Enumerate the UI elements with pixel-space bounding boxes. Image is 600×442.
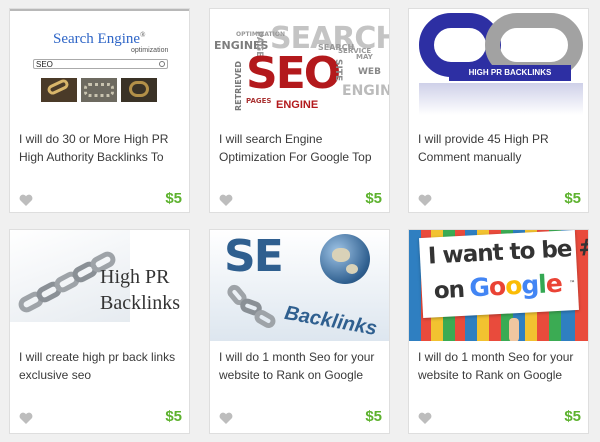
tag-word: WEB [358,67,381,77]
sign-line: I want to be #1 [427,234,588,270]
gig-card[interactable]: HIGH PR BACKLINKS I will provide 45 High… [408,8,589,213]
tag-word: RETRIEVED [234,61,243,111]
gig-price: $5 [365,408,382,425]
seo-word: SEO [246,48,341,99]
hand [509,318,519,341]
gig-price: $5 [365,190,382,207]
chain-photo [121,78,157,102]
sign-line: on Google ™ [433,268,576,305]
chain-photo [41,78,77,102]
gig-card[interactable]: SEARCH ENGINES PAGE RETRIEVED SEO SITE W… [209,8,390,213]
banner-text: HIGH PR BACKLINKS [449,65,571,81]
gig-title[interactable]: I will do 1 month Seo for your website t… [219,348,384,384]
tag-word: SEARCH [318,43,355,52]
tag-word: ENGINES [342,83,389,99]
gig-title[interactable]: I will provide 45 High PR Comment manual… [418,130,583,166]
gig-card[interactable]: Search Engine® optimization SEO I will d… [9,8,190,213]
gig-card[interactable]: SE Backlinks I will do 1 month Seo for y… [209,229,390,434]
tag-word: SITE [333,59,343,82]
heart-icon[interactable] [418,412,432,424]
gig-thumbnail[interactable]: I want to be #1 on Google ™ [409,230,588,341]
heart-icon[interactable] [19,194,33,206]
seo-search-box: SEO [33,59,168,69]
tag-word: MAY [356,53,373,61]
gig-price: $5 [165,408,182,425]
gig-title[interactable]: I will search Engine Optimization For Go… [219,130,384,166]
gig-thumbnail[interactable]: Search Engine® optimization SEO [10,9,189,118]
search-icon [159,61,165,67]
gig-thumbnail[interactable]: SE Backlinks [210,230,389,341]
gig-title[interactable]: I will do 30 or More High PR High Author… [19,130,184,166]
gig-price: $5 [564,408,581,425]
engine-word: ENGINE [276,99,319,111]
chain-photo [81,78,117,102]
gig-price: $5 [564,190,581,207]
gig-price: $5 [165,190,182,207]
gig-thumbnail[interactable]: High PR Backlinks [10,230,189,341]
gig-card[interactable]: High PR Backlinks I will create high pr … [9,229,190,434]
globe-icon [320,234,370,284]
gig-thumbnail[interactable]: SEARCH ENGINES PAGE RETRIEVED SEO SITE W… [210,9,389,118]
gig-title[interactable]: I will create high pr back links exclusi… [19,348,184,384]
gig-thumbnail[interactable]: HIGH PR BACKLINKS [409,9,588,118]
backlinks-word: Backlinks [282,302,379,340]
tag-word: PAGES [246,97,272,105]
heart-icon[interactable] [219,194,233,206]
heart-icon[interactable] [219,412,233,424]
reflection [419,83,583,115]
headline-line: Backlinks [100,292,180,314]
heart-icon[interactable] [19,412,33,424]
search-engine-logo: Search Engine® [53,31,146,47]
gig-title[interactable]: I will do 1 month Seo for your website t… [418,348,583,384]
headline-line: High PR [100,266,170,288]
heart-icon[interactable] [418,194,432,206]
logo-subtitle: optimization [131,47,169,54]
seo-word: SE [224,231,284,282]
tag-word: OPTIMIZATION [236,31,286,38]
google-logo: Google [468,268,563,303]
gig-card[interactable]: I want to be #1 on Google ™ I will do 1 … [408,229,589,434]
sign-board: I want to be #1 on Google ™ [419,230,588,319]
